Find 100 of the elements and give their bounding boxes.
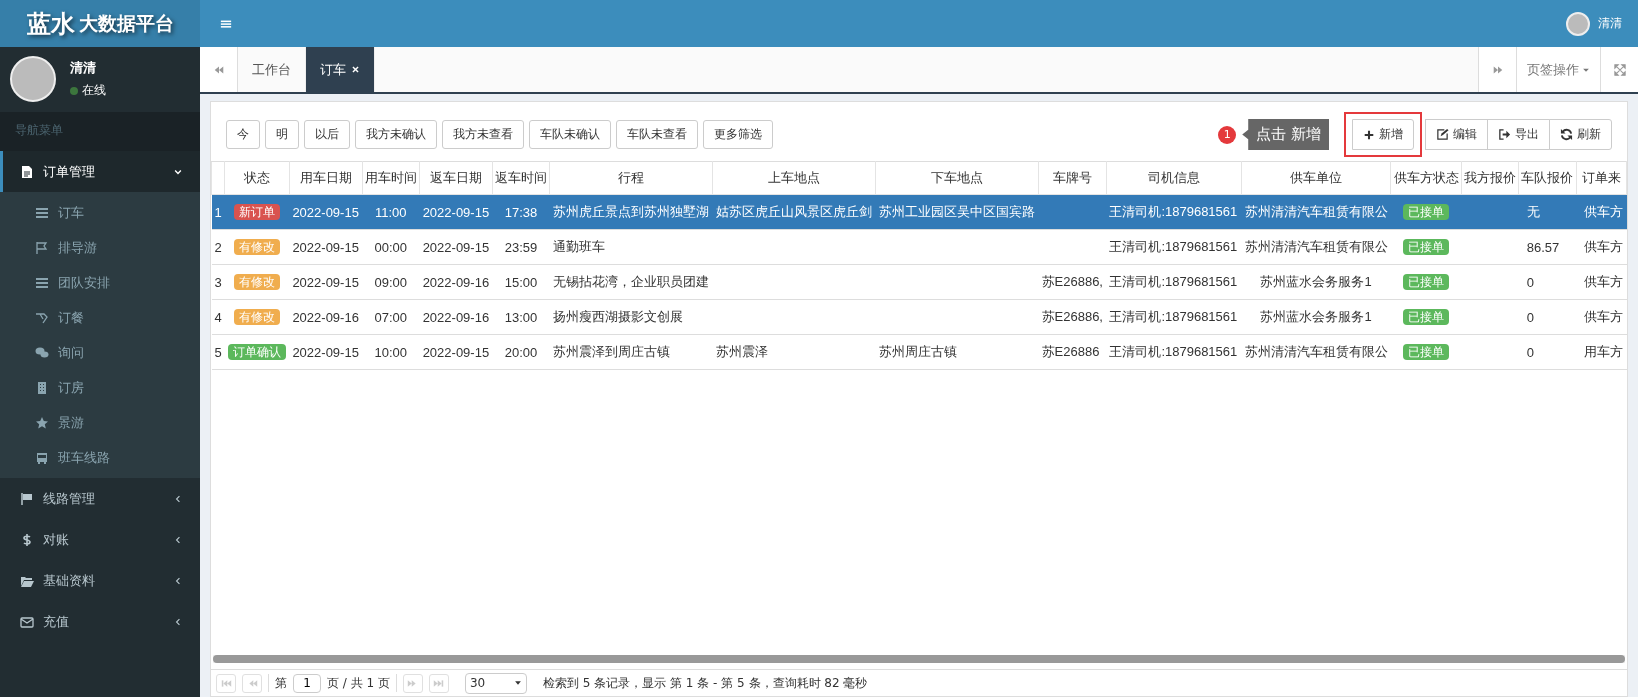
previous-page-button[interactable] [242,673,262,693]
column-header: 返车日期 [419,161,493,195]
column-header: 下车地点 [875,161,1039,195]
sidebar-menu-item[interactable]: 充值 [0,601,200,642]
sidebar-submenu-item[interactable]: 询问 [0,335,200,370]
user-name[interactable]: 清清 [1598,15,1622,32]
filter-button[interactable]: 我方未确认 [355,120,437,149]
table-cell: 供车方 [1576,194,1627,230]
last-page-button[interactable] [428,673,449,693]
user-status: 在线 [82,82,106,99]
status-tag: 订单确认 [228,343,286,360]
table-cell: 2022-09-16 [289,299,363,335]
table-cell: 扬州瘦西湖摄影文创展 [549,299,713,335]
plus-icon [1363,128,1375,141]
filter-button[interactable]: 更多筛选 [703,120,773,149]
toolbar-button[interactable]: 新增 [1352,119,1414,150]
row-number: 3 [211,264,225,300]
table-cell: 苏州蓝水会务服务1 [1241,299,1391,335]
logo-title: 蓝水 [26,8,75,40]
sidebar-submenu-item[interactable]: 排导游 [0,230,200,265]
sidebar-menu-item[interactable]: 对账 [0,519,200,560]
table-cell: 苏州工业园区吴中区国宾路 [875,194,1039,230]
toolbar-button[interactable]: 刷新 [1549,119,1612,150]
sidebar-submenu-item[interactable]: 团队安排 [0,265,200,300]
filter-button[interactable]: 车队未查看 [616,120,698,149]
column-header: 我方报价 [1461,161,1519,195]
bus-icon [35,450,49,465]
table-cell: 姑苏区虎丘山风景区虎丘剑 [712,194,876,230]
table-cell: 王清司机:1879681561 [1106,194,1242,230]
chevron-left-icon [173,616,183,627]
sidebar-menu-item[interactable]: 订单管理 [0,151,200,192]
first-page-button[interactable] [216,673,236,693]
building-icon [35,380,49,395]
dollar-icon [20,532,34,547]
sidebar-menu-item[interactable]: 基础资料 [0,560,200,601]
filter-button[interactable]: 明 [265,120,299,149]
sidebar-menu-item[interactable]: 线路管理 [0,478,200,519]
chevron-left-icon [173,575,183,586]
chevron-left-icon [173,493,183,504]
chat-icon [35,345,49,360]
table-cell: 2022-09-15 [419,194,493,230]
close-icon [351,65,360,74]
table-cell: 苏州清清汽车租赁有限公 [1241,229,1391,265]
table-cell: 09:00 [362,264,420,300]
table-cell: 2022-09-15 [419,229,493,265]
row-number: 4 [211,299,225,335]
column-header: 供车单位 [1241,161,1391,195]
last-page-icon [433,677,445,689]
table-cell: 无 [1518,194,1577,230]
scroll-tabs-left-button[interactable] [200,47,238,92]
horizontal-scrollbar[interactable] [213,655,1625,663]
sidebar-submenu-item[interactable]: 景游 [0,405,200,440]
filter-button[interactable]: 以后 [304,120,350,149]
sidebar-submenu-item[interactable]: 订房 [0,370,200,405]
column-header: 订单来 [1576,161,1627,195]
status-tag: 已接单 [1403,308,1450,325]
online-status-dot [70,86,78,95]
fullscreen-button[interactable] [1600,47,1638,92]
toolbar-button[interactable]: 导出 [1487,119,1550,150]
toolbar-button[interactable]: 编辑 [1425,119,1488,150]
column-header: 用车时间 [362,161,420,195]
status-tag: 已接单 [1403,238,1450,255]
table-cell: 通勤班车 [549,229,713,265]
table-cell: 苏州清清汽车租赁有限公 [1241,334,1391,370]
tab-actions-dropdown[interactable]: 页签操作 [1516,47,1600,92]
table-cell: 王清司机:1879681561 [1106,299,1242,335]
page-label: 第 [275,674,287,692]
status-tag: 已接单 [1403,343,1450,360]
table-cell: 供车方 [1576,299,1627,335]
edit-icon [1436,128,1449,141]
table-cell: 15:00 [492,264,550,300]
envelope-icon [20,614,34,629]
filter-button[interactable]: 我方未查看 [442,120,524,149]
table-cell: 苏州震泽 [712,334,876,370]
table-cell: 13:00 [492,299,550,335]
sidebar-submenu-item[interactable]: 订车 [0,195,200,230]
page-number-field[interactable]: 1 [293,673,321,693]
table-cell: 苏州蓝水会务服务1 [1241,264,1391,300]
sidebar-submenu-item[interactable]: 订餐 [0,300,200,335]
page-size-select[interactable]: 30 [464,672,527,694]
page-tab[interactable]: 订车 [306,47,375,92]
table-cell: 苏州震泽到周庄古镇 [549,334,713,370]
scroll-tabs-right-button[interactable] [1478,47,1516,92]
column-header: 状态 [224,161,290,195]
user-avatar[interactable] [1566,11,1590,36]
status-tag: 有修改 [234,308,280,325]
table-cell: 07:00 [362,299,420,335]
table-cell: 86.57 [1518,229,1577,265]
user-avatar [10,56,56,102]
dropdown-arrow-icon [513,679,522,687]
export-icon [1498,128,1511,141]
refresh-icon [1560,128,1573,141]
column-header: 车牌号 [1038,161,1107,195]
table-cell: 11:00 [362,194,420,230]
row-number: 5 [211,334,225,370]
filter-button[interactable]: 今 [226,120,260,149]
table-cell: 10:00 [362,334,420,370]
filter-button[interactable]: 车队未确认 [529,120,611,149]
next-page-button[interactable] [402,673,423,693]
sidebar-submenu-item[interactable]: 班车线路 [0,440,200,475]
